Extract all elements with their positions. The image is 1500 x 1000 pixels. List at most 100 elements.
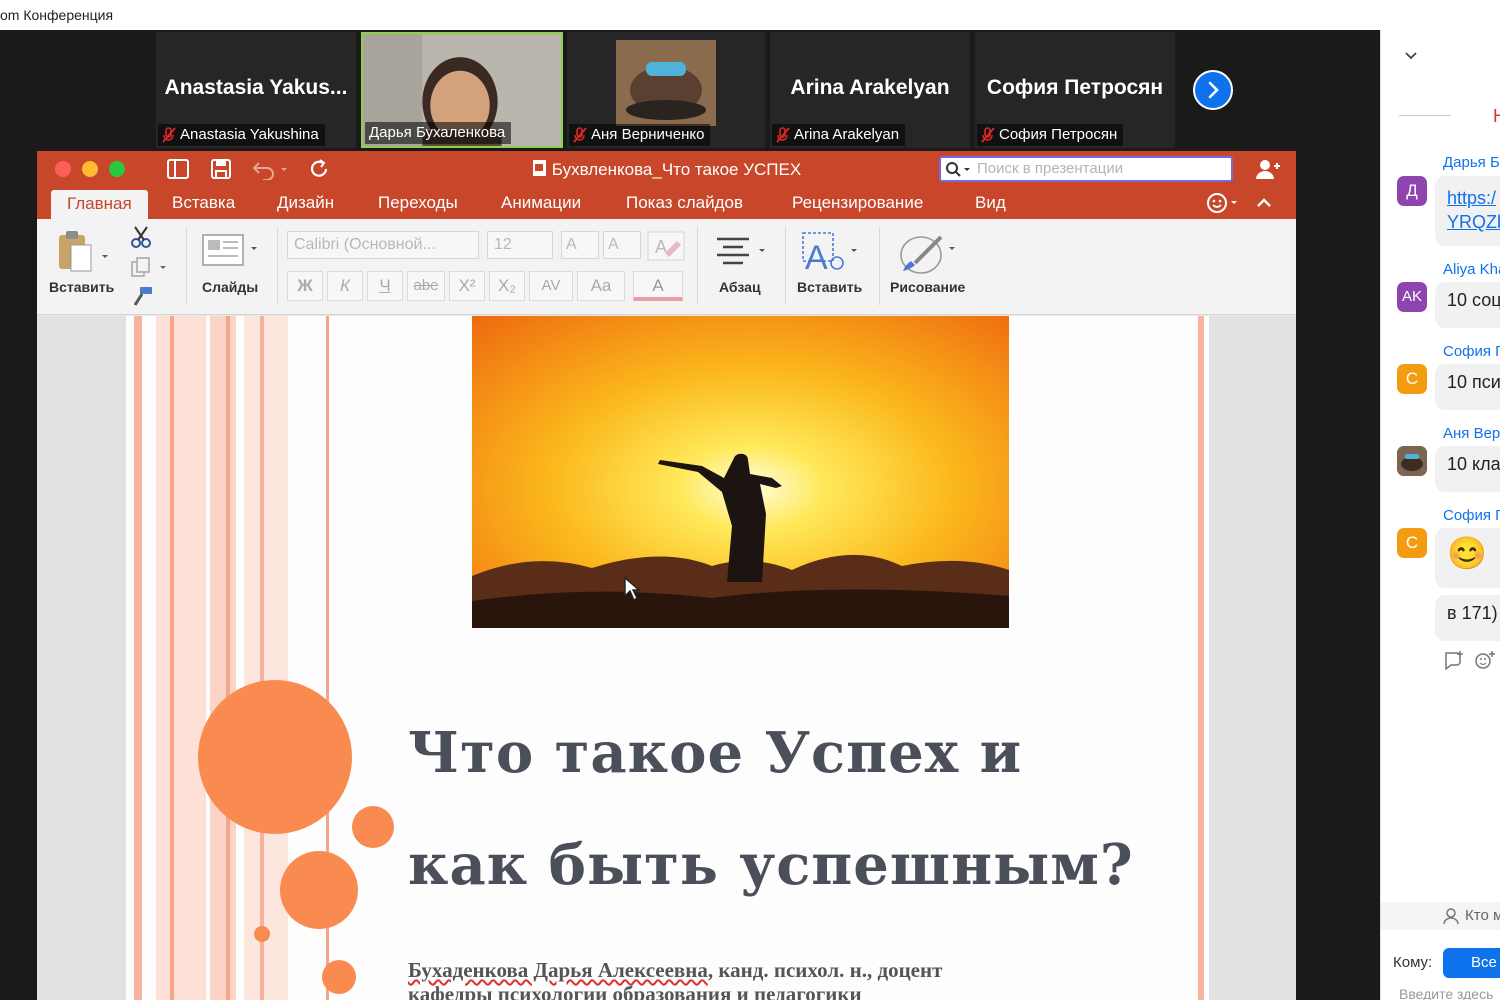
decor-stripe (210, 316, 236, 1000)
chat-message-emoji[interactable]: 😊 (1435, 528, 1500, 588)
participant-label: Arina Arakelyan (772, 124, 906, 146)
slide-title-line2: как быть успешным? (408, 832, 1134, 898)
copy-icon[interactable] (130, 256, 172, 278)
font-color-button[interactable]: A (633, 271, 683, 301)
chat-sender: Аня Вер (1443, 425, 1500, 442)
tab-animations[interactable]: Анимации (501, 193, 581, 213)
paste-clipboard-icon[interactable] (55, 229, 109, 273)
chat-message[interactable]: 10 пси (1435, 364, 1500, 410)
decor-stripe (226, 316, 230, 1000)
chat-message[interactable]: в 171) (1435, 595, 1500, 641)
drawing-brush-icon[interactable] (897, 231, 961, 275)
participant-name: Аня Верниченко (591, 126, 705, 143)
tab-insert[interactable]: Вставка (172, 193, 235, 213)
participant-tile-video[interactable]: Дарья Бухаленкова (361, 32, 563, 148)
share-person-icon[interactable] (1255, 158, 1281, 180)
divider (697, 227, 698, 305)
decor-stripe (134, 316, 142, 1000)
decor-circle (322, 960, 356, 994)
shrink-font-button[interactable]: A (603, 231, 641, 259)
underline-button[interactable]: Ч (367, 271, 403, 301)
zoom-window: om Конференция Anastasia Yakus... Anasta… (0, 0, 1500, 1000)
participant-big-name: Anastasia Yakus... (164, 76, 348, 99)
drawing-label: Рисование (890, 279, 966, 295)
character-spacing-button[interactable]: AV (529, 271, 573, 301)
paragraph-align-icon[interactable] (715, 235, 771, 269)
chat-sender: Дарья Б (1443, 154, 1500, 171)
ribbon-tabs: Главная Вставка Дизайн Переходы Анимации… (37, 188, 1296, 219)
decor-stripe (156, 316, 206, 1000)
presentation-search-input[interactable]: Поиск в презентации (939, 156, 1233, 182)
chat-message[interactable]: 10 кла (1435, 446, 1500, 492)
ppt-titlebar: Бухвленкова_Что такое УСПЕХ Поиск в през… (37, 151, 1296, 188)
strikethrough-button[interactable]: abe (407, 271, 445, 301)
participant-tile[interactable]: Anastasia Yakus... Anastasia Yakushina (156, 32, 356, 148)
participant-tile[interactable]: Аня Верниченко (567, 32, 765, 148)
chevron-down-icon[interactable] (1403, 50, 1419, 62)
superscript-button[interactable]: X² (449, 271, 485, 301)
format-painter-icon[interactable] (130, 285, 154, 309)
chat-link[interactable]: https:/ (1447, 188, 1496, 208)
cut-scissors-icon[interactable] (130, 225, 152, 249)
decor-stripe (260, 316, 264, 1000)
divider (879, 227, 880, 305)
new-slide-icon[interactable] (201, 231, 263, 271)
italic-button[interactable]: К (327, 271, 363, 301)
insert-text-icon[interactable]: A (799, 229, 861, 275)
author-department: кафедры психологии образования и педагог… (408, 982, 862, 1000)
chat-message-input[interactable]: Введите здесь (1399, 986, 1500, 1000)
decor-circle (254, 926, 270, 942)
participant-name: Arina Arakelyan (794, 126, 900, 143)
font-name-select[interactable]: Calibri (Основной... (287, 231, 479, 259)
slide-author: Бухаденкова Дарья Алексеевна, канд. псих… (408, 958, 1208, 1000)
tab-review[interactable]: Рецензирование (792, 193, 923, 213)
tab-transitions[interactable]: Переходы (378, 193, 458, 213)
window-title: om Конференция (0, 0, 1500, 30)
slides-label: Слайды (202, 279, 259, 295)
svg-text:A: A (805, 239, 828, 275)
decor-circle (280, 851, 358, 929)
chat-header-letter: Н (1493, 106, 1500, 127)
decor-stripe (1198, 316, 1204, 1000)
ribbon-home: Вставить Слайды Calibri (Основной... 12 … (37, 219, 1296, 315)
slide-title-line1: Что такое Успех и (408, 720, 1023, 786)
subscript-button[interactable]: X₂ (489, 271, 525, 301)
sunrise-silhouette-image (472, 316, 1009, 628)
add-reaction-icon[interactable] (1474, 650, 1496, 670)
chat-recipient-select[interactable]: Все (1443, 948, 1500, 978)
smiley-feedback-icon[interactable] (1205, 191, 1241, 215)
participant-tile[interactable]: Arina Arakelyan Arina Arakelyan (770, 32, 970, 148)
person-visibility-icon (1443, 908, 1459, 925)
participant-name: Anastasia Yakushina (180, 126, 319, 143)
chat-message[interactable]: https:/ YRQZb (1435, 176, 1500, 246)
chat-avatar: С (1397, 528, 1427, 558)
chat-panel: Н Дарья Б Д https:/ YRQZb Aliya Kha AK 10… (1380, 30, 1500, 1000)
participant-tile[interactable]: София Петросян София Петросян (975, 32, 1175, 148)
avatar-photo-icon (1397, 446, 1427, 476)
bold-button[interactable]: Ж (287, 271, 323, 301)
chat-avatar: Д (1397, 176, 1427, 206)
divider (785, 227, 786, 305)
slide-editor[interactable]: Что такое Успех и как быть успешным? Бух… (37, 316, 1296, 1000)
mic-muted-icon (981, 127, 995, 143)
participant-big-name: Arina Arakelyan (790, 76, 950, 99)
grow-font-button[interactable]: A (561, 231, 599, 259)
chat-link[interactable]: YRQZb (1447, 212, 1500, 232)
tab-slideshow[interactable]: Показ слайдов (626, 193, 743, 213)
tab-home[interactable]: Главная (51, 190, 148, 219)
chat-sender: Aliya Kha (1443, 261, 1500, 278)
svg-text:A: A (655, 237, 667, 257)
tab-design[interactable]: Дизайн (277, 193, 334, 213)
font-size-select[interactable]: 12 (487, 231, 553, 259)
clear-formatting-icon[interactable]: A (647, 231, 685, 261)
collapse-ribbon-icon[interactable] (1255, 195, 1273, 211)
participant-label: София Петросян (977, 124, 1124, 146)
reply-thread-icon[interactable] (1443, 650, 1465, 670)
next-participants-button[interactable] (1193, 70, 1233, 110)
chat-avatar: С (1397, 364, 1427, 394)
change-case-button[interactable]: Aa (577, 271, 625, 301)
chat-message[interactable]: 10 соц (1435, 282, 1500, 328)
current-slide[interactable]: Что такое Успех и как быть успешным? Бух… (126, 316, 1209, 1000)
tab-view[interactable]: Вид (975, 193, 1006, 213)
chat-visibility-label: Кто м (1465, 907, 1500, 924)
